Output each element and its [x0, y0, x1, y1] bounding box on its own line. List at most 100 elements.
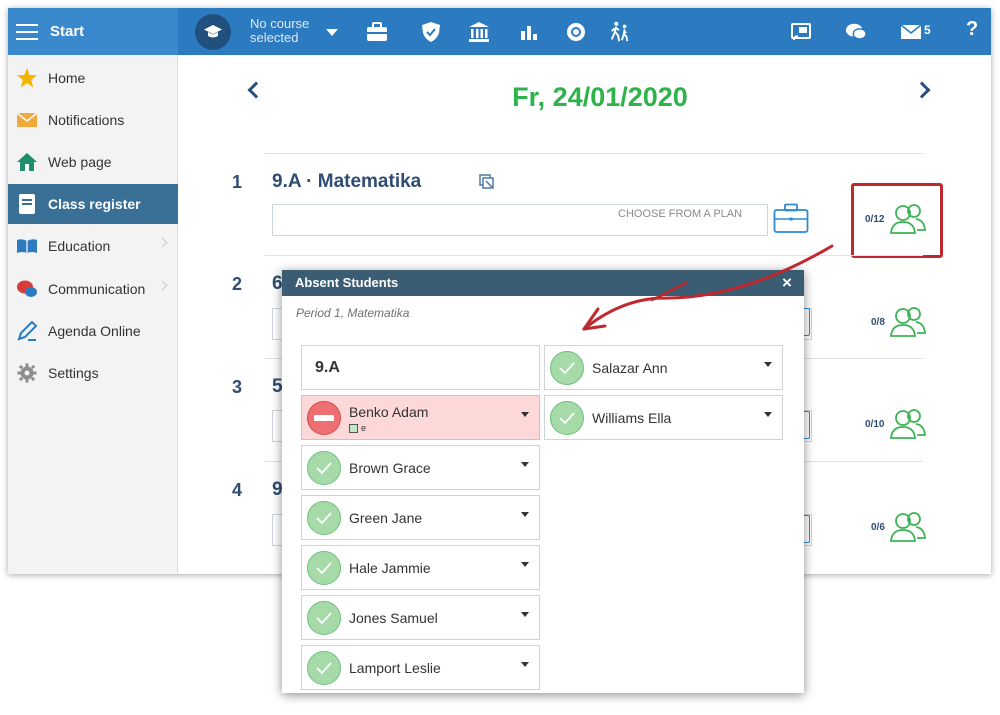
- course-dropdown-icon[interactable]: [326, 29, 338, 36]
- close-icon[interactable]: ×: [782, 273, 792, 293]
- chevron-down-icon[interactable]: [521, 512, 529, 517]
- shield-icon[interactable]: [420, 21, 442, 43]
- student-card[interactable]: Hale Jammie: [301, 545, 540, 590]
- briefcase-icon[interactable]: [773, 202, 809, 239]
- sidebar-item-label: Communication: [48, 281, 146, 297]
- class-name: 9.A: [315, 359, 340, 376]
- divider: [767, 205, 768, 233]
- gear-icon: [16, 362, 38, 384]
- student-card[interactable]: Green Jane: [301, 495, 540, 540]
- chevron-right-icon: [157, 280, 168, 291]
- students-icon[interactable]: [890, 305, 926, 344]
- choose-from-plan-link[interactable]: CHOOSE FROM A PLAN: [618, 208, 742, 220]
- chevron-down-icon[interactable]: [521, 612, 529, 617]
- period-number: 3: [232, 377, 243, 397]
- dialog-header: Absent Students ×: [282, 270, 804, 296]
- dialog-title: Absent Students: [295, 275, 399, 290]
- open-book-icon: [16, 235, 38, 257]
- student-card[interactable]: Brown Grace: [301, 445, 540, 490]
- period-title[interactable]: 9.A · Matematika: [272, 171, 421, 193]
- sidebar-item-education[interactable]: Education: [8, 226, 178, 266]
- graduation-cap-icon[interactable]: [195, 14, 231, 50]
- help-button[interactable]: ?: [966, 18, 978, 41]
- student-card[interactable]: Jones Samuel: [301, 595, 540, 640]
- course-selector[interactable]: No course selected: [250, 17, 309, 45]
- checkmark-icon: [550, 351, 584, 385]
- student-card[interactable]: Salazar Ann: [544, 345, 783, 390]
- student-name: Salazar Ann: [592, 360, 668, 376]
- sidebar-item-label: Notifications: [48, 112, 125, 128]
- divider: [265, 153, 923, 154]
- chevron-down-icon[interactable]: [521, 462, 529, 467]
- award-icon[interactable]: [565, 21, 587, 43]
- students-icon[interactable]: [890, 407, 926, 446]
- sidebar-item-settings[interactable]: Settings: [8, 353, 178, 393]
- sidebar-item-communication[interactable]: Communication: [8, 269, 178, 309]
- top-bar: Start No course selected 5 ?: [8, 8, 991, 55]
- date-title: Fr, 24/01/2020: [512, 82, 688, 112]
- messages-count-badge: 5: [924, 23, 931, 37]
- student-name: Green Jane: [349, 510, 423, 526]
- sidebar-item-agenda-online[interactable]: Agenda Online: [8, 311, 178, 351]
- checkmark-icon: [307, 651, 341, 685]
- sidebar-item-web-page[interactable]: Web page: [8, 142, 178, 182]
- absent-icon: [307, 401, 341, 435]
- chevron-down-icon[interactable]: [521, 662, 529, 667]
- bar-chart-icon[interactable]: [518, 21, 540, 43]
- institution-icon[interactable]: [468, 21, 490, 43]
- edit-icon[interactable]: [479, 174, 495, 195]
- notebook-icon: [16, 193, 38, 215]
- briefcase-icon: [804, 411, 810, 439]
- student-name: Lamport Leslie: [349, 660, 441, 676]
- divider: [265, 255, 923, 256]
- sidebar-item-label: Home: [48, 70, 86, 86]
- sidebar-item-label: Class register: [48, 196, 141, 212]
- start-menu-button[interactable]: Start: [8, 8, 178, 55]
- hamburger-icon: [16, 23, 38, 40]
- student-name: Brown Grace: [349, 460, 431, 476]
- chevron-right-icon: [157, 237, 168, 248]
- course-line-1: No course: [250, 16, 310, 31]
- checkmark-icon: [307, 551, 341, 585]
- chevron-down-icon[interactable]: [521, 562, 529, 567]
- sidebar-item-label: Education: [48, 238, 111, 254]
- absent-count: 0/6: [871, 522, 885, 533]
- highlight-box: [851, 183, 943, 258]
- dialog-subtitle: Period 1, Matematika: [296, 306, 410, 320]
- sidebar-item-notifications[interactable]: Notifications: [8, 100, 178, 140]
- sidebar-item-class-register[interactable]: Class register: [8, 184, 178, 224]
- sidebar-item-label: Web page: [48, 154, 112, 170]
- checkmark-icon: [307, 601, 341, 635]
- sidebar-item-label: Agenda Online: [48, 323, 141, 339]
- mail-icon[interactable]: [900, 21, 922, 43]
- absence-code-text: e: [361, 423, 367, 433]
- period-title[interactable]: 5: [272, 376, 283, 398]
- period-number: 2: [232, 274, 243, 294]
- absent-students-dialog: Absent Students × Period 1, Matematika 9…: [282, 270, 804, 693]
- student-card-absent[interactable]: Benko Adam e: [301, 395, 540, 440]
- briefcase-icon: [804, 515, 810, 543]
- cast-screen-icon[interactable]: [790, 21, 812, 43]
- sidebar: Home Notifications Web page Class regist…: [8, 55, 178, 574]
- period-title[interactable]: 9: [272, 479, 283, 501]
- walking-people-icon[interactable]: [609, 21, 631, 43]
- course-line-2: selected: [250, 30, 299, 45]
- student-card[interactable]: Lamport Leslie: [301, 645, 540, 690]
- checkmark-icon: [307, 451, 341, 485]
- sidebar-item-home[interactable]: Home: [8, 58, 178, 98]
- sidebar-item-label: Settings: [48, 365, 99, 381]
- chevron-down-icon[interactable]: [521, 412, 529, 417]
- briefcase-icon[interactable]: [366, 21, 388, 43]
- chevron-down-icon[interactable]: [764, 362, 772, 367]
- checkmark-icon: [307, 501, 341, 535]
- class-header: 9.A: [301, 345, 540, 390]
- period-title[interactable]: 6: [272, 273, 283, 295]
- student-card[interactable]: Williams Ella: [544, 395, 783, 440]
- chat-bubbles-icon[interactable]: [845, 21, 867, 43]
- student-name: Hale Jammie: [349, 560, 431, 576]
- absent-count: 0/8: [871, 317, 885, 328]
- absence-code: e: [349, 423, 366, 433]
- period-number: 4: [232, 480, 243, 500]
- chevron-down-icon[interactable]: [764, 412, 772, 417]
- students-icon[interactable]: [890, 510, 926, 549]
